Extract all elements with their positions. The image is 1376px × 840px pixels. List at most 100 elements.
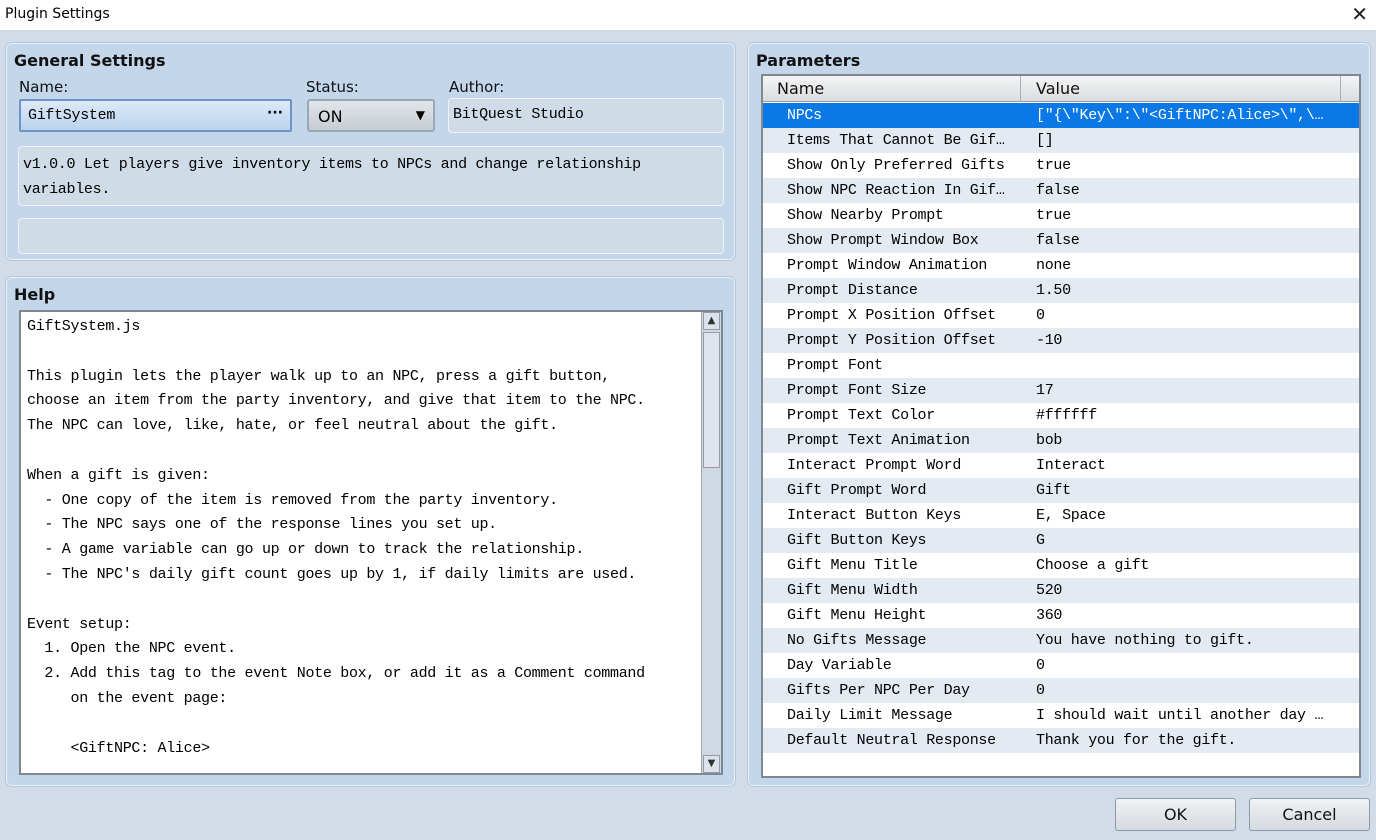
- table-row[interactable]: Prompt Font: [763, 353, 1359, 378]
- param-name: Prompt Font Size: [787, 382, 927, 399]
- param-name: Daily Limit Message: [787, 707, 953, 724]
- author-field[interactable]: BitQuest Studio: [448, 98, 724, 133]
- table-header: Name Value: [763, 76, 1359, 102]
- param-value: 360: [1036, 607, 1063, 624]
- param-name: Prompt Distance: [787, 282, 918, 299]
- cancel-button[interactable]: Cancel: [1249, 798, 1370, 831]
- scroll-down-icon[interactable]: ▼: [703, 755, 720, 773]
- table-row[interactable]: Gift Menu Width 520: [763, 578, 1359, 603]
- table-row[interactable]: Prompt Text Animation bob: [763, 428, 1359, 453]
- param-value: #ffffff: [1036, 407, 1097, 424]
- table-row[interactable]: Prompt X Position Offset 0: [763, 303, 1359, 328]
- param-name: Gift Prompt Word: [787, 482, 927, 499]
- parameters-table[interactable]: Name Value NPCs ["{\"Key\":\"<GiftNPC:Ali…: [761, 74, 1361, 778]
- table-row[interactable]: No Gifts Message You have nothing to gift…: [763, 628, 1359, 653]
- table-row[interactable]: Daily Limit Message I should wait until a…: [763, 703, 1359, 728]
- param-value: You have nothing to gift.: [1036, 632, 1254, 649]
- param-value: E, Space: [1036, 507, 1106, 524]
- param-name: Gifts Per NPC Per Day: [787, 682, 970, 699]
- help-text: GiftSystem.js This plugin lets the playe…: [27, 318, 645, 757]
- name-field[interactable]: GiftSystem ···: [19, 99, 292, 132]
- help-textarea[interactable]: GiftSystem.js This plugin lets the playe…: [19, 310, 723, 775]
- param-name: NPCs: [787, 107, 822, 124]
- param-value: Choose a gift: [1036, 557, 1150, 574]
- param-name: Default Neutral Response: [787, 732, 996, 749]
- param-value: I should wait until another day …: [1036, 707, 1324, 724]
- param-value: 1.50: [1036, 282, 1071, 299]
- table-row[interactable]: Gift Menu Height 360: [763, 603, 1359, 628]
- param-value: none: [1036, 257, 1071, 274]
- table-row[interactable]: Interact Prompt Word Interact: [763, 453, 1359, 478]
- description-field[interactable]: v1.0.0 Let players give inventory items …: [18, 146, 724, 206]
- param-value: 520: [1036, 582, 1063, 599]
- param-name: Items That Cannot Be Gif…: [787, 132, 1005, 149]
- column-value[interactable]: Value: [1036, 79, 1080, 98]
- param-value: -10: [1036, 332, 1063, 349]
- param-value: false: [1036, 182, 1080, 199]
- param-name: Show Nearby Prompt: [787, 207, 944, 224]
- param-name: Show Prompt Window Box: [787, 232, 979, 249]
- param-value: []: [1036, 132, 1054, 149]
- param-name: Prompt Y Position Offset: [787, 332, 996, 349]
- param-name: Gift Menu Height: [787, 607, 927, 624]
- author-value: BitQuest Studio: [453, 106, 584, 123]
- param-value: bob: [1036, 432, 1063, 449]
- param-name: Prompt Window Animation: [787, 257, 988, 274]
- table-row[interactable]: Prompt Y Position Offset -10: [763, 328, 1359, 353]
- table-row[interactable]: Prompt Font Size 17: [763, 378, 1359, 403]
- table-row[interactable]: Gift Menu Title Choose a gift: [763, 553, 1359, 578]
- status-select[interactable]: ON ▼: [307, 99, 435, 132]
- param-name: Gift Menu Width: [787, 582, 918, 599]
- param-value: 0: [1036, 307, 1045, 324]
- param-name: Prompt Text Color: [787, 407, 935, 424]
- scroll-up-icon[interactable]: ▲: [703, 312, 720, 330]
- table-row[interactable]: Prompt Text Color #ffffff: [763, 403, 1359, 428]
- param-value: ["{\"Key\":\"<GiftNPC:Alice>\",\…: [1036, 107, 1324, 124]
- table-row[interactable]: Prompt Distance 1.50: [763, 278, 1359, 303]
- table-row[interactable]: Interact Button Keys E, Space: [763, 503, 1359, 528]
- param-value: Gift: [1036, 482, 1071, 499]
- param-value: Interact: [1036, 457, 1106, 474]
- ok-button[interactable]: OK: [1115, 798, 1236, 831]
- general-settings-title: General Settings: [14, 51, 166, 70]
- param-value: 0: [1036, 657, 1045, 674]
- table-row[interactable]: Show Prompt Window Box false: [763, 228, 1359, 253]
- column-name[interactable]: Name: [777, 79, 824, 98]
- param-name: Interact Button Keys: [787, 507, 962, 524]
- scroll-thumb[interactable]: [703, 332, 720, 468]
- table-row[interactable]: Day Variable 0: [763, 653, 1359, 678]
- name-value: GiftSystem: [28, 107, 116, 124]
- help-scrollbar[interactable]: ▲ ▼: [701, 312, 721, 773]
- title-bar: Plugin Settings ✕: [0, 0, 1376, 30]
- param-name: Show NPC Reaction In Gif…: [787, 182, 1005, 199]
- table-row[interactable]: Show NPC Reaction In Gif… false: [763, 178, 1359, 203]
- table-row[interactable]: Items That Cannot Be Gif… []: [763, 128, 1359, 153]
- param-name: Prompt Text Animation: [787, 432, 970, 449]
- close-icon[interactable]: ✕: [1351, 2, 1368, 26]
- description-text: v1.0.0 Let players give inventory items …: [23, 156, 641, 198]
- general-settings-panel: General Settings Name: Status: Author: G…: [6, 43, 735, 260]
- param-value: false: [1036, 232, 1080, 249]
- table-row[interactable]: Gift Prompt Word Gift: [763, 478, 1359, 503]
- param-name: Show Only Preferred Gifts: [787, 157, 1005, 174]
- param-value: 17: [1036, 382, 1054, 399]
- author-label: Author:: [449, 78, 505, 96]
- param-name: Prompt Font: [787, 357, 883, 374]
- table-row[interactable]: Default Neutral Response Thank you for th…: [763, 728, 1359, 753]
- param-value: true: [1036, 207, 1071, 224]
- param-value: 0: [1036, 682, 1045, 699]
- table-row[interactable]: Gift Button Keys G: [763, 528, 1359, 553]
- param-name: Gift Menu Title: [787, 557, 918, 574]
- table-row[interactable]: Show Nearby Prompt true: [763, 203, 1359, 228]
- empty-field[interactable]: [18, 218, 724, 254]
- table-row[interactable]: Show Only Preferred Gifts true: [763, 153, 1359, 178]
- status-label: Status:: [306, 78, 359, 96]
- more-icon[interactable]: ···: [267, 105, 283, 121]
- table-row[interactable]: Gifts Per NPC Per Day 0: [763, 678, 1359, 703]
- parameters-title: Parameters: [756, 51, 861, 70]
- window-title: Plugin Settings: [5, 6, 110, 22]
- param-value: G: [1036, 532, 1045, 549]
- table-row[interactable]: Prompt Window Animation none: [763, 253, 1359, 278]
- help-title: Help: [14, 285, 56, 304]
- table-row[interactable]: NPCs ["{\"Key\":\"<GiftNPC:Alice>\",\…: [763, 103, 1359, 128]
